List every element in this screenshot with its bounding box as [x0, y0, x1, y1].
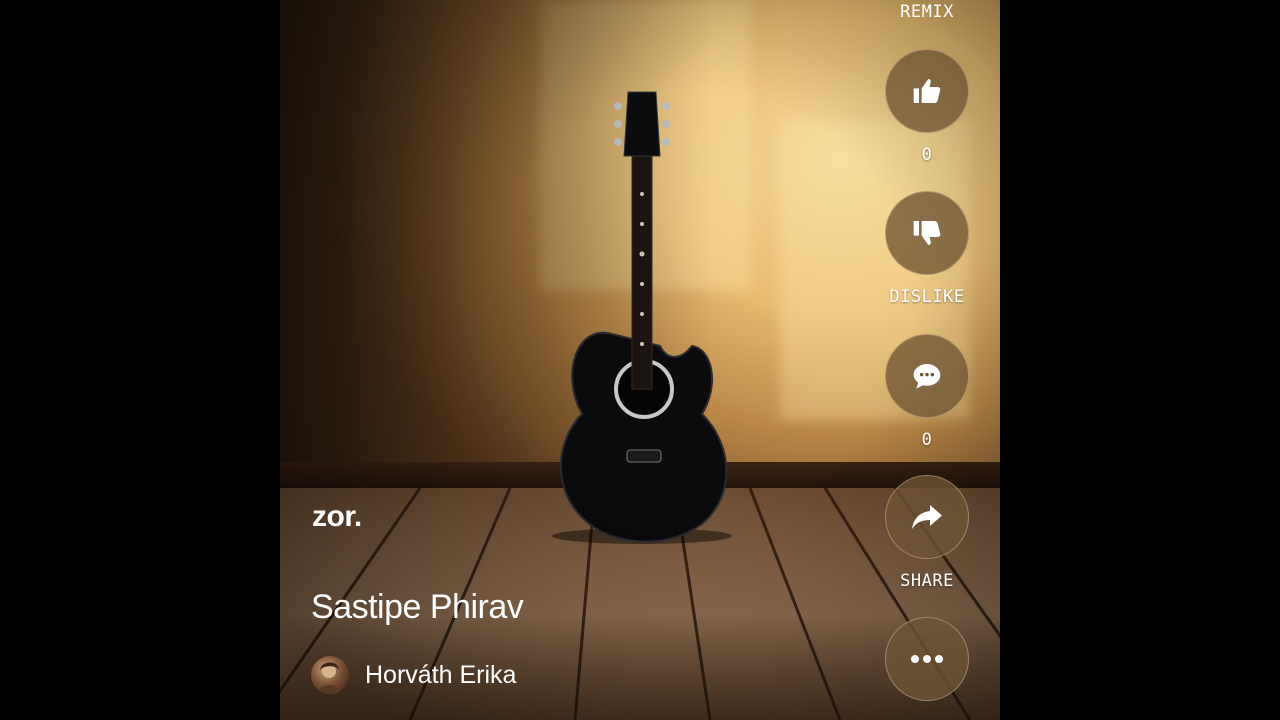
share-button[interactable] — [885, 475, 969, 559]
comment-count: 0 — [921, 430, 933, 450]
like-count: 0 — [921, 145, 933, 165]
more-options-button[interactable] — [885, 617, 969, 701]
artist-row[interactable]: Horváth Erika — [311, 654, 516, 696]
dislike-action: DISLIKE — [885, 191, 969, 307]
artist-name[interactable]: Horváth Erika — [365, 661, 516, 690]
dislike-label: DISLIKE — [889, 287, 965, 307]
guitar-image — [552, 91, 732, 544]
thumbs-down-icon — [913, 221, 941, 245]
share-label: SHARE — [900, 571, 954, 591]
artist-avatar[interactable] — [311, 656, 349, 694]
brand-watermark: zor. — [312, 500, 362, 533]
comment-button[interactable] — [885, 334, 969, 418]
thumbs-up-icon — [913, 79, 941, 103]
player-stage: zor. Sastipe Phirav Horváth Erika REMIX … — [0, 0, 1280, 720]
remix-label[interactable]: REMIX — [885, 2, 969, 22]
comment-icon — [913, 364, 941, 389]
comment-action: 0 — [885, 334, 969, 450]
more-action — [885, 617, 969, 701]
video-frame[interactable]: zor. Sastipe Phirav Horváth Erika REMIX … — [280, 0, 1000, 720]
share-arrow-icon — [912, 505, 942, 529]
song-title[interactable]: Sastipe Phirav — [311, 588, 524, 627]
like-action: 0 — [885, 49, 969, 165]
share-action: SHARE — [885, 475, 969, 591]
dislike-button[interactable] — [885, 191, 969, 275]
like-button[interactable] — [885, 49, 969, 133]
more-dots-icon — [911, 655, 943, 663]
